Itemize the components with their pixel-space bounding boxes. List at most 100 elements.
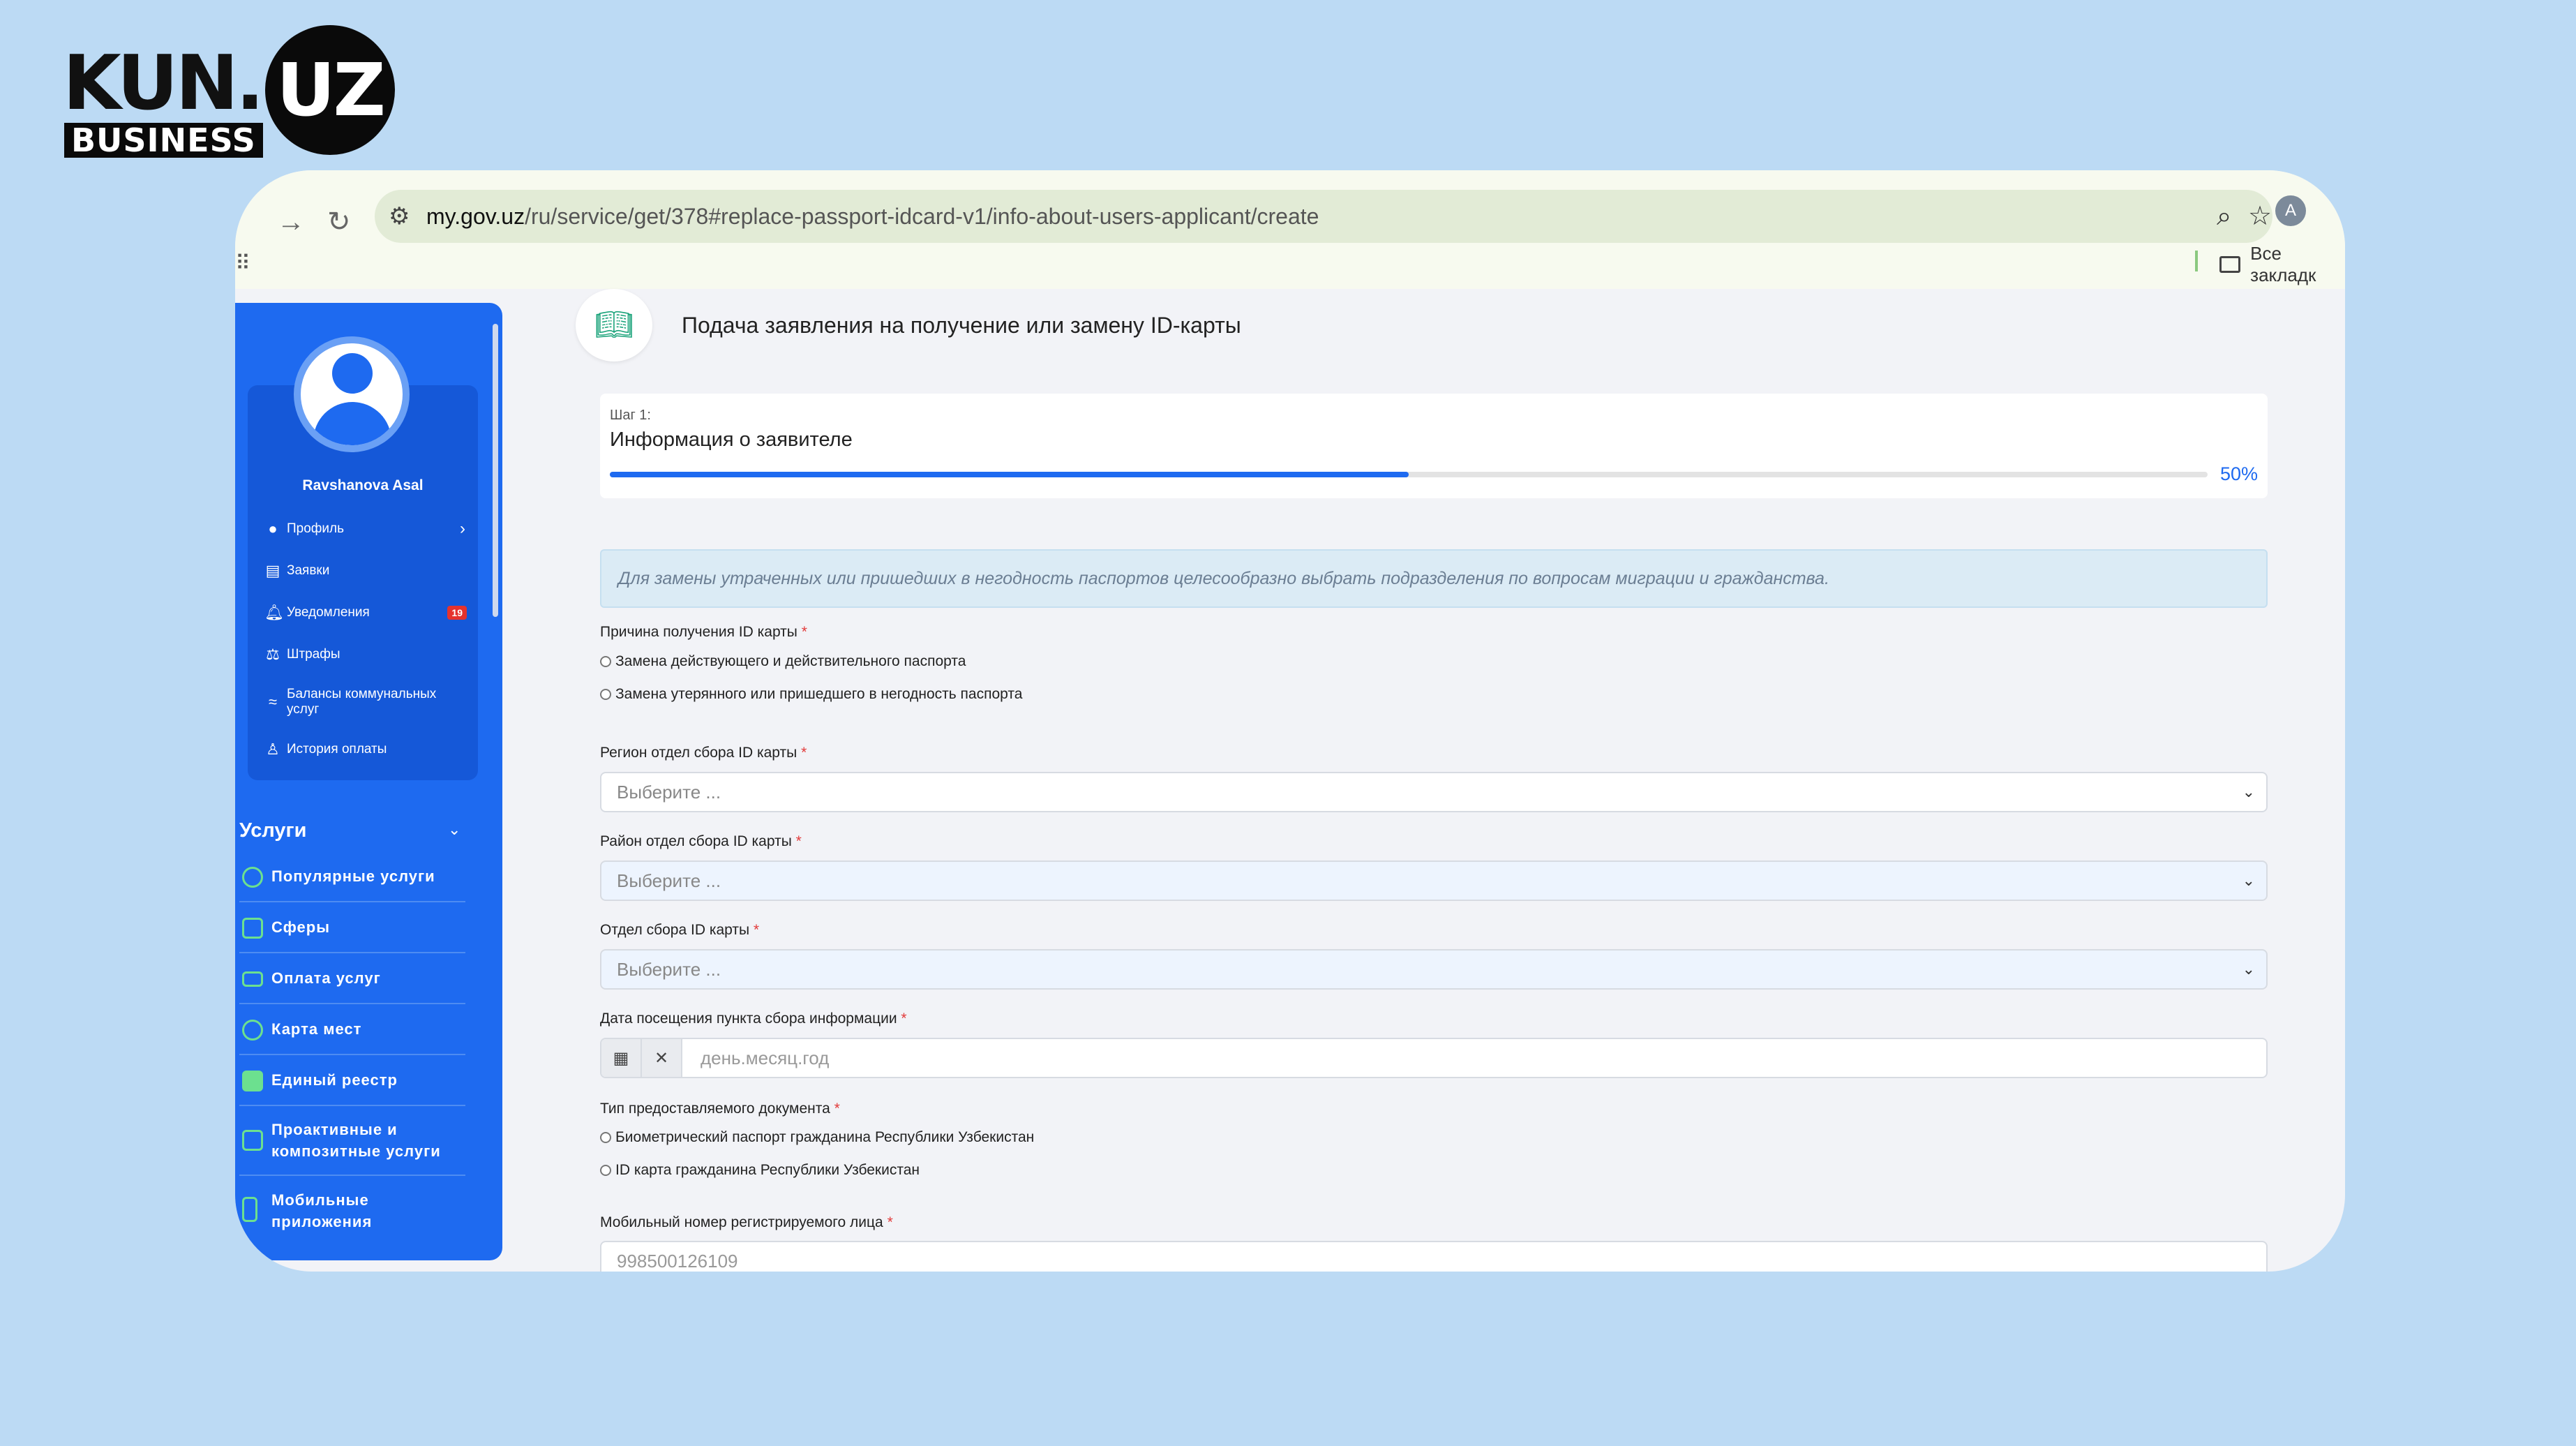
- progress-fill: [610, 472, 1409, 477]
- chevron-right-icon: ›: [460, 519, 465, 538]
- menu-item-fines[interactable]: ⚖ Штрафы: [248, 634, 478, 676]
- mobile-icon: [242, 1197, 257, 1222]
- label-text: Дата посещения пункта сбора информации: [600, 1011, 897, 1027]
- phone-label: Мобильный номер регистрируемого лица *: [600, 1214, 893, 1231]
- service-spheres[interactable]: Сферы: [239, 902, 465, 953]
- progress-bar: [610, 472, 2208, 477]
- option-label: ID карта гражданина Республики Узбекиста…: [615, 1162, 920, 1178]
- district-label: Район отдел сбора ID карты *: [600, 833, 802, 850]
- step-title: Информация о заявителе: [610, 428, 853, 451]
- service-popular[interactable]: Популярные услуги: [239, 851, 465, 902]
- site-settings-icon[interactable]: ⚙: [389, 201, 417, 232]
- doc-type-label: Тип предоставляемого документа *: [600, 1101, 840, 1117]
- calendar-icon[interactable]: ▦: [601, 1039, 642, 1077]
- required-mark: *: [887, 1214, 893, 1230]
- card-icon: [242, 971, 263, 987]
- service-mobile-apps[interactable]: Мобильные приложения: [239, 1176, 465, 1246]
- url-host: my.gov.uz: [426, 204, 525, 229]
- clear-icon[interactable]: ✕: [642, 1039, 682, 1077]
- notification-badge: 19: [447, 606, 467, 620]
- required-mark: *: [801, 745, 807, 761]
- menu-item-profile[interactable]: ● Профиль ›: [248, 508, 478, 550]
- option-label: Замена утерянного или пришедшего в негод…: [615, 686, 1023, 702]
- date-input[interactable]: день.месяц.год: [701, 1039, 829, 1077]
- chevron-down-icon: ⌄: [2242, 783, 2255, 800]
- all-bookmarks-label: Все закладк: [2250, 243, 2316, 285]
- required-mark: *: [901, 1011, 907, 1027]
- select-placeholder: Выберите ...: [617, 959, 721, 980]
- radio-button[interactable]: [600, 656, 611, 667]
- office-select[interactable]: Выберите ... ⌄: [600, 949, 2268, 990]
- zoom-icon[interactable]: ⌕: [2217, 201, 2231, 232]
- chevron-down-icon: ⌄: [2242, 872, 2255, 889]
- avatar-body-icon: [313, 402, 391, 445]
- phone-input[interactable]: 998500126109: [600, 1241, 2268, 1272]
- visit-date-label: Дата посещения пункта сбора информации *: [600, 1011, 907, 1027]
- url-path: /ru/service/get/378#replace-passport-idc…: [525, 204, 1319, 229]
- required-mark: *: [753, 922, 760, 938]
- main-content: 📖︎ Подача заявления на получение или зам…: [502, 289, 2345, 1272]
- services-list: Популярные услуги Сферы Оплата услуг Кар…: [239, 851, 465, 1246]
- visit-date-field[interactable]: ▦ ✕ день.месяц.год: [600, 1038, 2268, 1078]
- required-mark: *: [795, 833, 802, 849]
- reason-label: Причина получения ID карты *: [600, 624, 807, 641]
- service-map[interactable]: Карта мест: [239, 1004, 465, 1055]
- address-bar[interactable]: ⚙ my.gov.uz/ru/service/get/378#replace-p…: [375, 190, 2272, 243]
- browser-profile-avatar[interactable]: A: [2275, 195, 2306, 226]
- label-text: Причина получения ID карты: [600, 624, 797, 640]
- sidebar-scrollbar[interactable]: [493, 324, 498, 617]
- proactive-icon: [242, 1130, 263, 1151]
- required-mark: *: [834, 1101, 840, 1117]
- forward-arrow-icon[interactable]: →: [277, 197, 305, 247]
- menu-item-applications[interactable]: ▤ Заявки: [248, 550, 478, 592]
- label-text: Район отдел сбора ID карты: [600, 833, 792, 849]
- menu-item-notifications[interactable]: 🔔︎ Уведомления 19: [248, 592, 478, 634]
- map-pin-icon: [242, 1020, 263, 1041]
- document-icon: ▤: [265, 562, 280, 579]
- radio-button[interactable]: [600, 1132, 611, 1143]
- reload-icon[interactable]: ↻: [327, 197, 351, 247]
- all-bookmarks[interactable]: Все закладк: [2219, 243, 2345, 285]
- bookmark-star-icon[interactable]: ☆: [2248, 201, 2272, 232]
- service-registry[interactable]: Единый реестр: [239, 1055, 465, 1106]
- radio-button[interactable]: [600, 689, 611, 700]
- reason-option-replace-lost[interactable]: Замена утерянного или пришедшего в негод…: [600, 686, 1022, 703]
- menu-label: История оплаты: [287, 742, 387, 756]
- bookmarks-divider: [2195, 251, 2198, 271]
- menu-item-payment-history[interactable]: ♙ История оплаты: [248, 729, 478, 770]
- option-label: Замена действующего и действительного па…: [615, 653, 966, 669]
- option-label: Биометрический паспорт гражданина Респуб…: [615, 1129, 1035, 1145]
- service-payment[interactable]: Оплата услуг: [239, 953, 465, 1004]
- menu-label: Балансы коммунальных услуг: [287, 687, 437, 717]
- chevron-down-icon: ⌄: [2242, 960, 2255, 978]
- chevron-down-icon[interactable]: ⌄: [448, 821, 460, 839]
- reason-option-replace-valid[interactable]: Замена действующего и действительного па…: [600, 653, 966, 670]
- service-proactive[interactable]: Проактивные и композитные услуги: [239, 1106, 465, 1176]
- logo-kun-text: KUN.: [63, 40, 264, 127]
- menu-item-utilities[interactable]: ≈ Балансы коммунальных услуг: [248, 676, 478, 729]
- district-select[interactable]: Выберите ... ⌄: [600, 860, 2268, 901]
- url-text[interactable]: my.gov.uz/ru/service/get/378#replace-pas…: [426, 202, 1319, 230]
- bell-icon: 🔔︎: [264, 604, 284, 621]
- service-label: Популярные услуги: [271, 867, 435, 885]
- apps-grid-icon[interactable]: ⠿: [235, 251, 250, 276]
- user-avatar[interactable]: [294, 336, 410, 452]
- radio-button[interactable]: [600, 1165, 611, 1176]
- services-heading[interactable]: Услуги: [239, 819, 306, 842]
- user-icon: ●: [268, 520, 278, 537]
- menu-label: Профиль: [287, 521, 345, 536]
- browser-window: → ↻ ⚙ my.gov.uz/ru/service/get/378#repla…: [235, 170, 2345, 1272]
- step-label: Шаг 1:: [610, 408, 651, 423]
- label-text: Тип предоставляемого документа: [600, 1101, 830, 1117]
- doc-type-option-idcard[interactable]: ID карта гражданина Республики Узбекиста…: [600, 1162, 920, 1179]
- service-label: Проактивные и композитные услуги: [271, 1121, 441, 1160]
- region-label: Регион отдел сбора ID карты *: [600, 745, 807, 761]
- sidebar: Ravshanova Asal ● Профиль › ▤ Заявки 🔔︎ …: [235, 303, 502, 1260]
- kun-uz-business-logo: KUN. UZ BUSINESS: [63, 25, 398, 165]
- doc-type-option-biometric[interactable]: Биометрический паспорт гражданина Респуб…: [600, 1129, 1034, 1146]
- grid-icon: [242, 918, 263, 939]
- utilities-icon: ≈: [268, 693, 278, 710]
- region-select[interactable]: Выберите ... ⌄: [600, 772, 2268, 812]
- user-name: Ravshanova Asal: [302, 477, 424, 493]
- select-placeholder: Выберите ...: [617, 782, 721, 803]
